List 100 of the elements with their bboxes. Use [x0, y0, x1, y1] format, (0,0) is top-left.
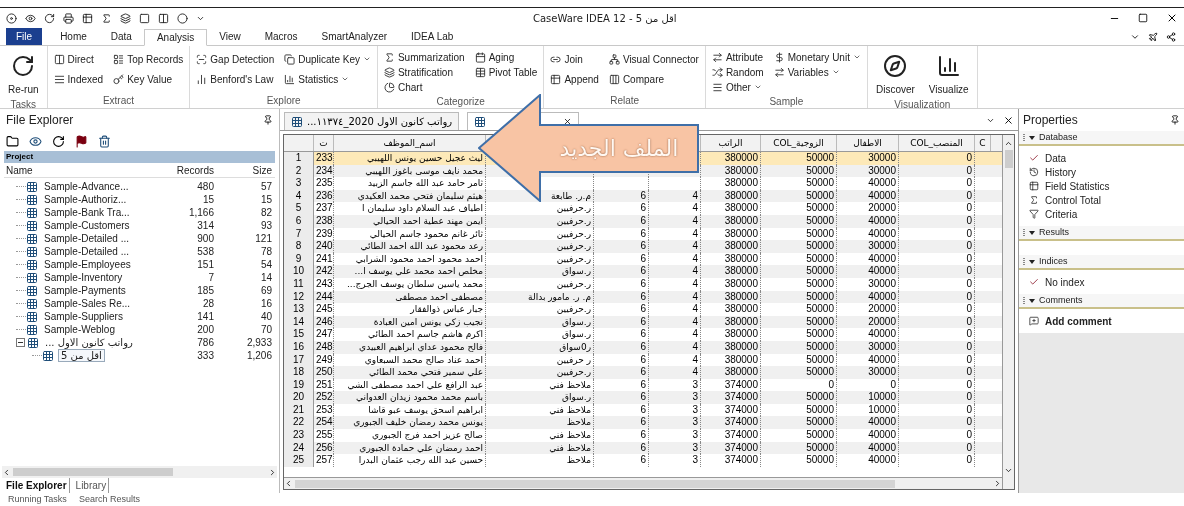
table-cell: 50000 — [761, 454, 837, 467]
table-cell: 50000 — [761, 429, 837, 442]
table-cell: 6 — [594, 366, 649, 379]
project-bar: Project — [4, 151, 275, 163]
table-cell: 50000 — [761, 340, 837, 354]
callout-text: الملف الجديد — [558, 135, 680, 163]
table-cell: 4 — [649, 340, 701, 354]
table-cell: 6 — [594, 328, 649, 341]
table-cell: 6 — [594, 214, 649, 228]
table-cell: ر.سواق — [486, 391, 594, 404]
row-number: 1 — [284, 152, 314, 165]
table-cell: 50000 — [761, 303, 837, 316]
table-cell: 243 — [314, 277, 334, 291]
table-cell: 0 — [899, 328, 975, 341]
table-cell: ر0سواق — [486, 340, 594, 354]
table-cell: 6 — [594, 265, 649, 278]
table-cell: 380000 — [701, 366, 761, 379]
table-cell: 30000 — [837, 152, 899, 165]
size-value: 70 — [259, 323, 272, 337]
table-cell: ملاحظ — [486, 454, 594, 467]
table-cell: 4 — [649, 214, 701, 228]
table-cell: ر.حرفيين — [486, 303, 594, 316]
table-cell: 3 — [649, 454, 701, 467]
table-cell: 0 — [899, 240, 975, 253]
table-cell: 0 — [899, 152, 975, 165]
table-cell: 238 — [314, 214, 334, 228]
row-number: 13 — [284, 303, 314, 316]
table-cell: صالح عزيز احمد فرج الجبوري — [334, 429, 486, 442]
size-value: 16 — [259, 297, 272, 311]
records-value: 141 — [196, 310, 214, 324]
table-cell: 255 — [314, 429, 334, 442]
table-cell: حسين عبد الله رجب عثمان البدرا — [334, 454, 486, 467]
table-cell: 0 — [899, 214, 975, 228]
size-value: 14 — [259, 271, 272, 285]
table-cell: 6 — [594, 429, 649, 442]
table-cell: 380000 — [701, 152, 761, 165]
group-label: Categorize — [435, 95, 486, 109]
table-cell: جبار عباس ذوالفقار — [334, 303, 486, 316]
table-cell: 240 — [314, 240, 334, 253]
table-cell: ر.سواق — [486, 328, 594, 341]
table-cell: 50000 — [761, 366, 837, 379]
records-value: 200 — [196, 323, 214, 337]
records-value: 15 — [201, 193, 214, 207]
records-value: 28 — [201, 297, 214, 311]
table-cell: 242 — [314, 265, 334, 278]
table-cell: 237 — [314, 202, 334, 215]
size-value: 93 — [259, 219, 272, 233]
table-cell: 40000 — [837, 328, 899, 341]
table-cell: 248 — [314, 340, 334, 354]
table-cell: 4 — [649, 240, 701, 253]
table-cell: 30000 — [837, 366, 899, 379]
table-cell: ملاحظ فني — [486, 429, 594, 442]
table-cell: 50000 — [761, 202, 837, 215]
table-cell: 3 — [649, 429, 701, 442]
records-value: 1,166 — [187, 206, 214, 220]
table-cell: 4 — [649, 328, 701, 341]
table-cell: 0 — [899, 340, 975, 354]
table-cell: 0 — [899, 454, 975, 467]
table-cell: 233 — [314, 152, 334, 165]
records-value: 538 — [196, 245, 214, 259]
table-cell: 0 — [899, 391, 975, 404]
size-value: 54 — [259, 258, 272, 272]
row-number: 5 — [284, 202, 314, 215]
table-cell: 20000 — [837, 202, 899, 215]
table-cell: 0 — [899, 277, 975, 291]
table-cell: 380000 — [701, 328, 761, 341]
table-cell: 374000 — [701, 429, 761, 442]
table-cell: 40000 — [837, 177, 899, 190]
group-label: Extract — [101, 94, 135, 108]
table-cell: اطياف عبد السلام داود سليمان ا — [334, 202, 486, 215]
table-cell: 247 — [314, 328, 334, 341]
table-cell: 235 — [314, 177, 334, 190]
table-cell: 0 — [899, 202, 975, 215]
size-value: 78 — [259, 245, 272, 259]
records-value: 7 — [207, 271, 214, 285]
records-value: 151 — [196, 258, 214, 272]
table-cell: باسم محمد محمود زيدان العدواني — [334, 391, 486, 404]
table-cell: 374000 — [701, 454, 761, 467]
table-cell: 50000 — [761, 152, 837, 165]
table-cell: ر.حرفيين — [486, 214, 594, 228]
row-number: 10 — [284, 265, 314, 278]
table-cell: 4 — [649, 202, 701, 215]
row-number: 23 — [284, 429, 314, 442]
table-cell: 6 — [594, 454, 649, 467]
table-cell: 0 — [899, 303, 975, 316]
table-cell: 380000 — [701, 214, 761, 228]
table-cell: ...محمد ياسين سلطان يوسف الجرج — [334, 277, 486, 291]
table-cell: 380000 — [701, 202, 761, 215]
table-cell: 245 — [314, 303, 334, 316]
table-cell: 4 — [649, 366, 701, 379]
group-label: Tasks — [9, 98, 38, 112]
group-label: Explore — [265, 94, 302, 108]
table-cell: 50000 — [761, 214, 837, 228]
table-cell: 50000 — [761, 265, 837, 278]
table-cell: 6 — [594, 240, 649, 253]
table-cell: 4 — [649, 277, 701, 291]
size-value: 82 — [259, 206, 272, 220]
size-value: 57 — [259, 180, 272, 194]
group-label: Visualization — [893, 98, 952, 112]
table-cell: 40000 — [837, 265, 899, 278]
